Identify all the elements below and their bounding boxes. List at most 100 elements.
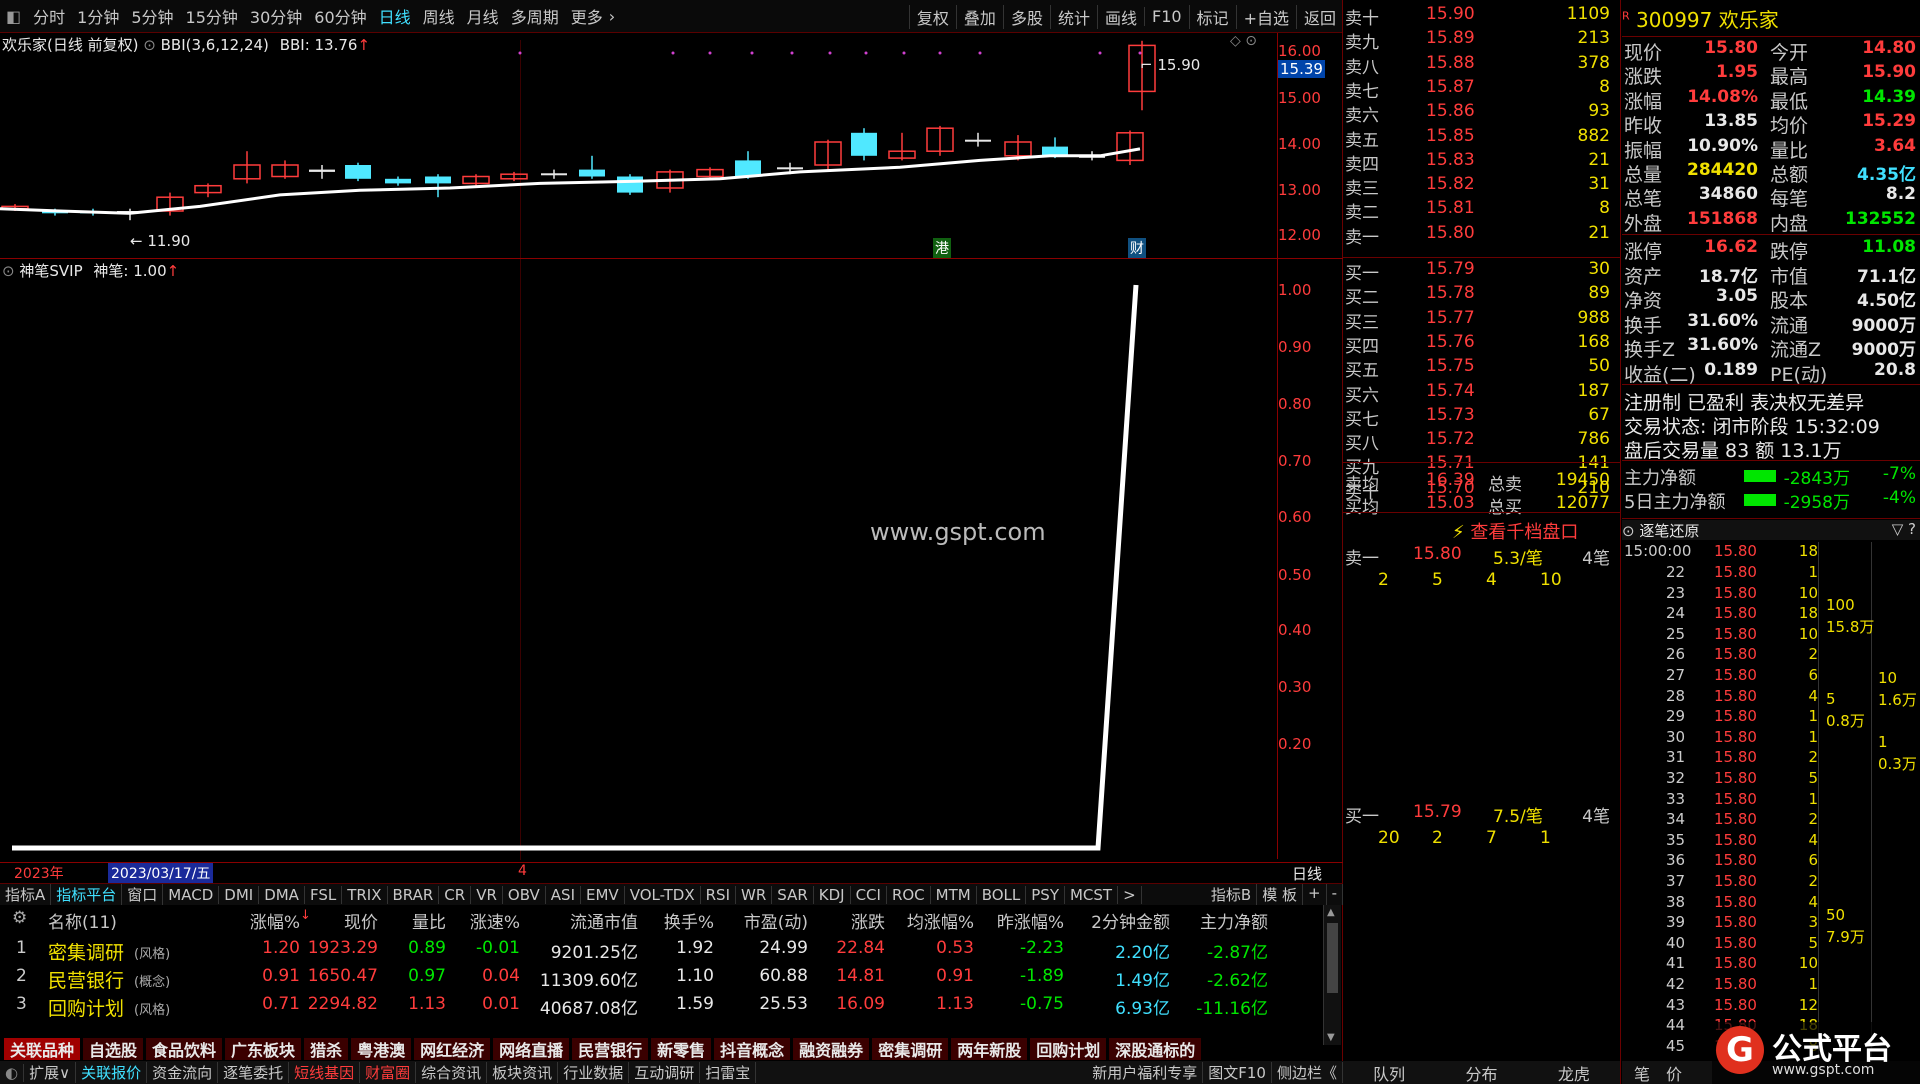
status-link[interactable]: 互动调研 — [629, 1062, 701, 1083]
chevron-right-icon[interactable]: › — [609, 7, 615, 26]
period-tab-8[interactable]: 月线 — [461, 4, 505, 28]
block-tab[interactable]: 民营银行 — [572, 1038, 650, 1060]
block-tab[interactable]: 密集调研 — [872, 1038, 950, 1060]
table-header-cell[interactable]: 名称(11) — [48, 908, 117, 933]
action-f10[interactable]: F10 — [1143, 7, 1189, 26]
orderbook-row[interactable]: 买五 15.75 50 — [1343, 356, 1616, 381]
orderbook-row[interactable]: 买六 15.74 187 — [1343, 381, 1616, 406]
indicator-template-tab[interactable]: 指标B — [1206, 884, 1258, 905]
indicator-template-tab[interactable]: + — [1303, 884, 1327, 905]
status-link[interactable]: 资金流向 — [147, 1062, 219, 1083]
indicator-tab[interactable]: FSL — [305, 885, 343, 904]
sub-canvas[interactable] — [0, 260, 1278, 860]
indicator-tab[interactable]: DMA — [259, 885, 305, 904]
table-header-cell[interactable]: 量比 — [412, 908, 446, 933]
status-link[interactable]: 综合资讯 — [416, 1062, 488, 1083]
indicator-tab[interactable]: PSY — [1026, 885, 1065, 904]
tab-queue[interactable]: 队列 — [1373, 1061, 1405, 1084]
orderbook-row[interactable]: 卖三 15.82 31 — [1343, 174, 1616, 199]
block-tab[interactable]: 自选股 — [83, 1038, 145, 1060]
period-tab-daily[interactable]: 日线 — [373, 4, 417, 28]
action-mark[interactable]: 标记 — [1188, 4, 1236, 29]
table-header-cell[interactable]: 昨涨幅% — [997, 908, 1064, 933]
block-tab[interactable]: 融资融券 — [793, 1038, 871, 1060]
status-link[interactable]: 板块资讯 — [487, 1062, 559, 1083]
indicator-tab[interactable]: RSI — [701, 885, 736, 904]
finance-mark[interactable]: 财 — [1128, 238, 1146, 258]
period-tab-5[interactable]: 60分钟 — [308, 4, 372, 28]
block-tab[interactable]: 两年新股 — [951, 1038, 1029, 1060]
block-tab[interactable]: 广东板块 — [225, 1038, 303, 1060]
table-scrollbar[interactable]: ▲ ▼ — [1323, 905, 1341, 1045]
table-header-cell[interactable]: 涨幅% — [250, 908, 300, 933]
indicator-tab[interactable]: TRIX — [342, 885, 388, 904]
orderbook-row[interactable]: 卖九 15.89 213 — [1343, 28, 1616, 53]
table-row[interactable]: 1 密集调研 (风格) 1.20 1923.29 0.89 -0.01 9201.25亿 1.9… — [0, 935, 1330, 964]
block-tab[interactable]: 粤港澳 — [351, 1038, 413, 1060]
orderbook-row[interactable]: 买一 15.79 30 — [1343, 259, 1616, 284]
orderbook-row[interactable]: 买八 15.72 786 — [1343, 429, 1616, 454]
status-right-link[interactable]: 图文F10 — [1203, 1062, 1272, 1083]
table-header-cell[interactable]: 主力净额 — [1200, 908, 1268, 933]
period-tab-0[interactable]: 分时 — [27, 4, 71, 28]
indicator-tab[interactable]: MCST — [1065, 885, 1119, 904]
indicator-tab[interactable]: CCI — [851, 885, 887, 904]
indicator-tab[interactable]: CR — [439, 885, 472, 904]
status-link[interactable]: 扫雷宝 — [700, 1062, 757, 1083]
orderbook-row[interactable]: 卖八 15.88 378 — [1343, 53, 1616, 78]
status-right-link[interactable]: 侧边栏《 — [1272, 1062, 1343, 1083]
block-tab[interactable]: 猎杀 — [304, 1038, 350, 1060]
block-tab[interactable]: 网红经济 — [414, 1038, 492, 1060]
depth-link[interactable]: ⚡ 查看千档盘口 — [1452, 518, 1578, 544]
period-tab-7[interactable]: 周线 — [417, 4, 461, 28]
table-header-cell[interactable]: 涨跌 — [851, 908, 885, 933]
indicator-tab[interactable]: SAR — [772, 885, 814, 904]
period-tab-1[interactable]: 1分钟 — [71, 4, 125, 28]
indicator-tab[interactable]: OBV — [503, 885, 546, 904]
indicator-tab[interactable]: MACD — [163, 885, 220, 904]
status-link[interactable]: 逐笔委托 — [218, 1062, 290, 1083]
orderbook-row[interactable]: 卖七 15.87 8 — [1343, 77, 1616, 102]
tick-title[interactable]: 逐笔还原 — [1639, 522, 1699, 540]
orderbook-row[interactable]: 卖四 15.83 21 — [1343, 150, 1616, 175]
orderbook-row[interactable]: 卖六 15.86 93 — [1343, 101, 1616, 126]
block-tab[interactable]: 新零售 — [651, 1038, 713, 1060]
orderbook-row[interactable]: 买三 15.77 988 — [1343, 308, 1616, 333]
filter-icon[interactable]: ▽ ? — [1892, 520, 1916, 538]
indicator-tab[interactable]: 指标A — [0, 884, 52, 905]
indicator-tab[interactable]: VR — [471, 885, 503, 904]
indicator-tab[interactable]: 指标平台 — [51, 884, 123, 905]
period-tab-more[interactable]: 更多 — [565, 4, 609, 28]
block-tab[interactable]: 食品饮料 — [146, 1038, 224, 1060]
kchart-canvas[interactable] — [0, 33, 1278, 259]
block-tab[interactable]: 关联品种 — [4, 1038, 82, 1060]
indicator-tab[interactable]: EMV — [581, 885, 625, 904]
toggle-switch[interactable]: ◐ — [0, 1063, 25, 1082]
status-link[interactable]: 财富圈 — [360, 1062, 417, 1083]
hk-mark[interactable]: 港 — [933, 238, 951, 258]
block-tab[interactable]: 抖音概念 — [714, 1038, 792, 1060]
indicator-template-tab[interactable]: - — [1327, 884, 1343, 905]
indicator-tab[interactable]: 窗口 — [122, 884, 164, 905]
depth-row[interactable]: 买一 15.79 7.5/笔 4笔 — [1343, 802, 1616, 827]
action-draw[interactable]: 画线 — [1096, 4, 1144, 29]
table-header-cell[interactable]: 现价 — [344, 908, 378, 933]
tab-price[interactable]: 价 — [1666, 1061, 1682, 1084]
indicator-tab[interactable]: KDJ — [814, 885, 851, 904]
chevron-right-icon[interactable]: > — [1118, 885, 1142, 904]
row-name[interactable]: 民营银行 — [48, 966, 124, 993]
settings-icon[interactable]: ◧ — [0, 7, 27, 26]
period-tab-9[interactable]: 多周期 — [505, 4, 565, 28]
indicator-tab[interactable]: BOLL — [977, 885, 1027, 904]
indicator-tab[interactable]: ROC — [887, 885, 931, 904]
table-row[interactable]: 2 民营银行 (概念) 0.91 1650.47 0.97 0.04 11309.60亿 1.1… — [0, 963, 1330, 993]
table-row[interactable]: 3 回购计划 (风格) 0.71 2294.82 1.13 0.01 40687.08亿 1.5… — [0, 991, 1330, 1020]
orderbook-row[interactable]: 卖五 15.85 882 — [1343, 126, 1616, 151]
tab-dragon-tiger[interactable]: 龙虎 — [1558, 1061, 1590, 1084]
indicator-tab[interactable]: BRAR — [388, 885, 440, 904]
status-right-link[interactable]: 新用户福利专享 — [1087, 1062, 1204, 1083]
status-link[interactable]: 行业数据 — [558, 1062, 630, 1083]
orderbook-row[interactable]: 买七 15.73 67 — [1343, 405, 1616, 430]
action-fuquan[interactable]: 复权 — [908, 4, 956, 29]
action-add-watch[interactable]: +自选 — [1235, 4, 1296, 29]
